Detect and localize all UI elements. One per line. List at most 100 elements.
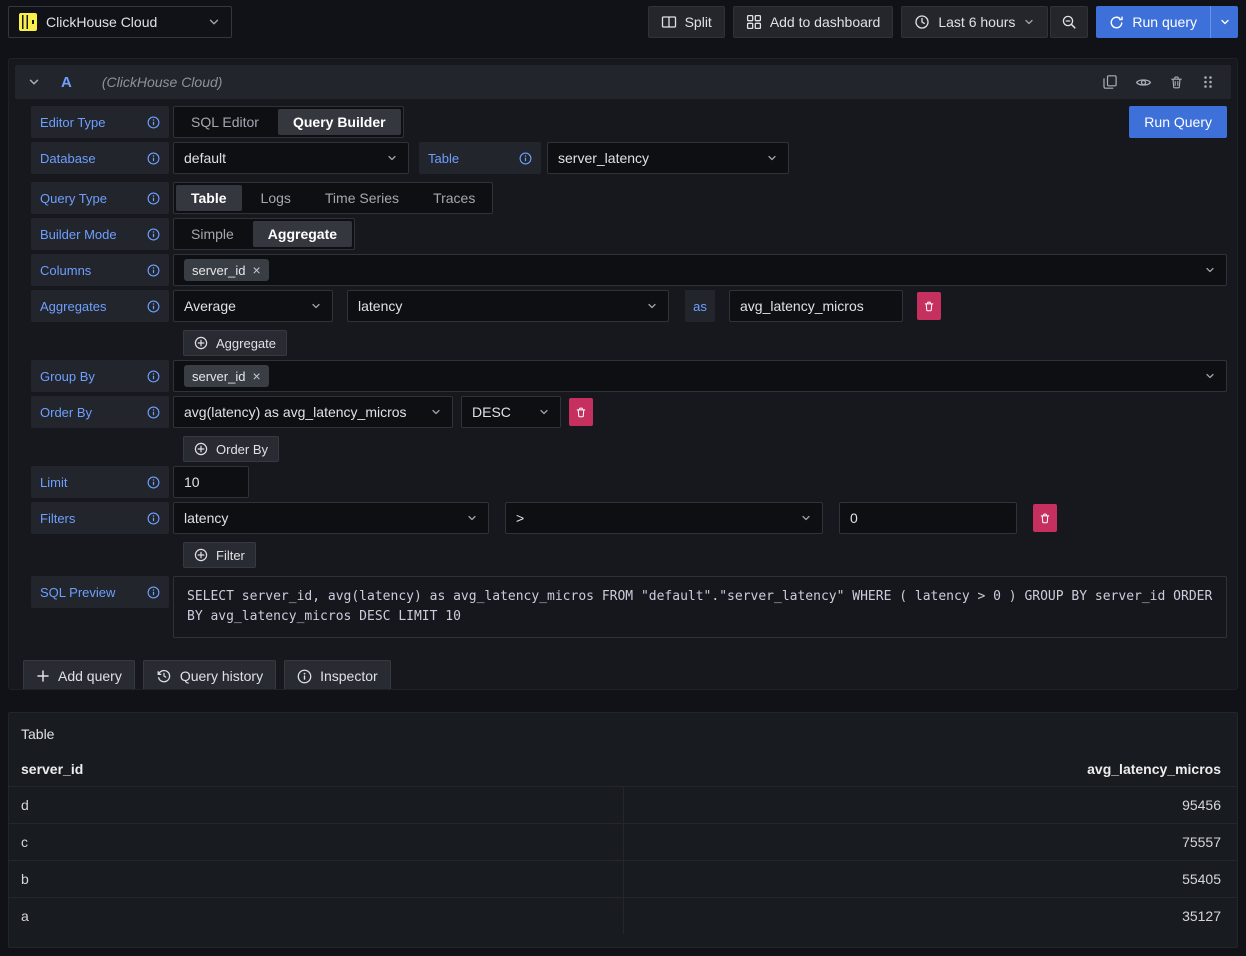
add-aggregate-button[interactable]: Aggregate [183, 330, 287, 356]
chevron-down-icon [1204, 264, 1216, 276]
builder-mode-option-aggregate[interactable]: Aggregate [253, 221, 352, 247]
order-by-row: Order By avg(latency) as avg_latency_mic… [31, 396, 1227, 428]
group-by-tag-server-id: server_id × [184, 365, 269, 387]
chevron-down-icon [466, 512, 478, 524]
datasource-picker[interactable]: ClickHouse Cloud [8, 6, 232, 38]
group-by-row: Group By server_id × [31, 360, 1227, 392]
info-icon [519, 152, 532, 165]
run-query-inline-button[interactable]: Run Query [1129, 106, 1227, 138]
results-table: server_id avg_latency_micros d 95456 c 7… [9, 752, 1237, 934]
topbar: ClickHouse Cloud Split Add to dashboard [8, 0, 1238, 38]
remove-tag-icon[interactable]: × [252, 369, 260, 383]
chevron-down-icon [207, 15, 221, 29]
remove-order-by-button[interactable] [569, 398, 593, 426]
table-row: b 55405 [9, 860, 1237, 897]
editor-type-option-sql-editor[interactable]: SQL Editor [176, 109, 274, 135]
builder-mode-row: Builder Mode Simple Aggregate [31, 218, 1227, 250]
trash-icon[interactable] [1169, 75, 1184, 90]
as-label: as [685, 290, 715, 322]
time-range-button[interactable]: Last 6 hours [901, 6, 1048, 38]
chevron-down-icon [430, 406, 442, 418]
aggregate-column-select[interactable]: latency [347, 290, 669, 322]
table-row: a 35127 [9, 897, 1237, 934]
copy-icon[interactable] [1102, 74, 1118, 90]
limit-label: Limit [31, 466, 169, 498]
query-builder-rows: Editor Type SQL Editor Query Builder Run… [15, 99, 1231, 638]
filter-operator-select[interactable]: > [505, 502, 823, 534]
aggregate-function-select[interactable]: Average [173, 290, 333, 322]
chevron-down-icon [1023, 16, 1035, 28]
history-icon [156, 668, 172, 684]
remove-filter-button[interactable] [1033, 504, 1057, 532]
query-header: A (ClickHouse Cloud) [15, 65, 1231, 99]
time-controls: Last 6 hours [901, 6, 1088, 38]
database-row: Database default Table [31, 142, 1227, 174]
query-type-option-traces[interactable]: Traces [418, 185, 490, 211]
columns-label: Columns [31, 254, 169, 286]
columns-multiselect[interactable]: server_id × [173, 254, 1227, 286]
info-icon [147, 476, 160, 489]
run-query-dropdown-button[interactable] [1210, 6, 1238, 38]
zoom-out-button[interactable] [1050, 6, 1088, 38]
cell-server-id: b [9, 861, 623, 897]
run-query-button[interactable]: Run query [1096, 6, 1210, 38]
filters-row: Filters latency > [31, 502, 1227, 534]
order-by-column-select[interactable]: avg(latency) as avg_latency_micros [173, 396, 453, 428]
database-select[interactable]: default [173, 142, 409, 174]
table-panel: Table server_id avg_latency_micros d 954… [8, 712, 1238, 948]
editor-footer: Add query Query history Inspector [15, 638, 1231, 690]
query-type-option-table[interactable]: Table [176, 185, 242, 211]
info-icon [147, 406, 160, 419]
cell-avg-latency: 75557 [623, 824, 1237, 860]
remove-tag-icon[interactable]: × [252, 263, 260, 277]
page: ClickHouse Cloud Split Add to dashboard [0, 0, 1246, 948]
filter-column-select[interactable]: latency [173, 502, 489, 534]
group-by-multiselect[interactable]: server_id × [173, 360, 1227, 392]
query-history-button[interactable]: Query history [143, 660, 276, 690]
filter-value-input[interactable] [839, 502, 1017, 534]
drag-handle-icon[interactable] [1201, 74, 1215, 90]
cell-server-id: d [9, 787, 623, 823]
editor-type-option-query-builder[interactable]: Query Builder [278, 109, 401, 135]
editor-type-label: Editor Type [31, 106, 169, 138]
table-select[interactable]: server_latency [547, 142, 789, 174]
remove-aggregate-button[interactable] [917, 292, 941, 320]
builder-mode-option-simple[interactable]: Simple [176, 221, 249, 247]
chevron-down-icon [538, 406, 550, 418]
info-icon [147, 264, 160, 277]
limit-row: Limit [31, 466, 1227, 498]
chevron-down-icon [646, 300, 658, 312]
add-query-button[interactable]: Add query [23, 660, 135, 690]
column-header-server-id[interactable]: server_id [9, 761, 623, 777]
eye-icon[interactable] [1135, 74, 1152, 91]
split-button[interactable]: Split [648, 6, 725, 38]
aggregate-alias-input[interactable] [729, 290, 903, 322]
cell-avg-latency: 35127 [623, 898, 1237, 934]
datasource-name: ClickHouse Cloud [46, 14, 198, 30]
collapse-chevron-icon[interactable] [27, 75, 41, 89]
table-row: c 75557 [9, 823, 1237, 860]
clickhouse-logo-icon [19, 13, 37, 31]
info-icon [147, 192, 160, 205]
filters-label: Filters [31, 502, 169, 534]
run-query-split-button: Run query [1096, 6, 1238, 38]
chevron-down-icon [800, 512, 812, 524]
order-by-direction-select[interactable]: DESC [461, 396, 561, 428]
query-type-option-logs[interactable]: Logs [246, 185, 306, 211]
editor-type-switch: SQL Editor Query Builder [173, 106, 404, 138]
info-icon [147, 228, 160, 241]
query-type-option-time-series[interactable]: Time Series [310, 185, 414, 211]
limit-input[interactable] [173, 466, 249, 498]
topbar-actions: Split Add to dashboard Last 6 hours [648, 6, 1238, 38]
plus-circle-icon [194, 336, 208, 350]
column-header-avg-latency-micros[interactable]: avg_latency_micros [623, 761, 1237, 777]
builder-mode-switch: Simple Aggregate [173, 218, 355, 250]
inspector-button[interactable]: Inspector [284, 660, 391, 690]
chevron-down-icon [1219, 16, 1231, 28]
chevron-down-icon [1204, 370, 1216, 382]
add-to-dashboard-button[interactable]: Add to dashboard [733, 6, 894, 38]
add-filter-button[interactable]: Filter [183, 542, 256, 568]
add-order-by-button[interactable]: Order By [183, 436, 279, 462]
group-by-label: Group By [31, 360, 169, 392]
split-icon [661, 14, 677, 30]
